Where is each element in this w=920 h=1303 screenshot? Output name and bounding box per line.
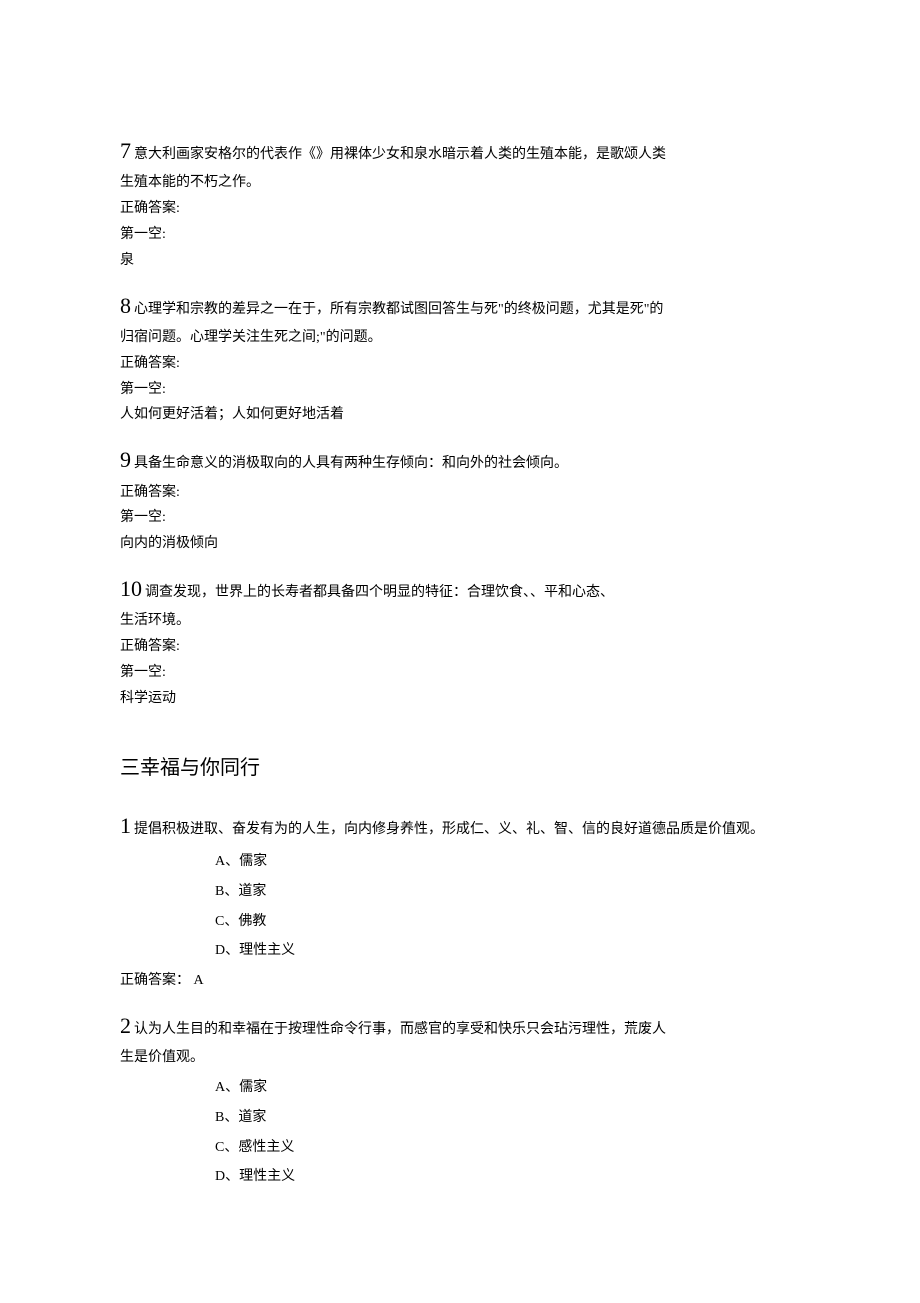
question-line: 7意大利画家安格尔的代表作《》用裸体少女和泉水暗示着人类的生殖本能，是歌颂人类 — [120, 132, 800, 169]
option-c: C、佛教 — [215, 910, 800, 934]
question-text: 具备生命意义的消极取向的人具有两种生存倾向：和向外的社会倾向。 — [134, 456, 568, 471]
option-d: D、理性主义 — [215, 939, 800, 963]
options-list: A、儒家 B、道家 C、感性主义 D、理性主义 — [215, 1076, 800, 1189]
question-text: 调查发现，世界上的长寿者都具备四个明显的特征：合理饮食、、平和心态、 — [145, 585, 614, 600]
answer-text: 人如何更好活着；人如何更好地活着 — [120, 403, 800, 427]
answer-label: 正确答案: — [120, 197, 800, 221]
question-number: 1 — [120, 813, 131, 838]
question-10: 10调查发现，世界上的长寿者都具备四个明显的特征：合理饮食、、平和心态、 生活环… — [120, 570, 800, 711]
question-9: 9具备生命意义的消极取向的人具有两种生存倾向：和向外的社会倾向。 正确答案: 第… — [120, 441, 800, 556]
blank-label: 第一空: — [120, 378, 800, 402]
question-line: 2认为人生目的和幸福在于按理性命令行事，而感官的享受和快乐只会玷污理性，荒废人 — [120, 1007, 800, 1044]
question-text: 心理学和宗教的差异之一在于，所有宗教都试图回答生与死"的终极问题，尤其是死"的 — [134, 302, 663, 317]
question-text-cont: 生是价值观。 — [120, 1046, 800, 1070]
blank-label: 第一空: — [120, 223, 800, 247]
question-text: 认为人生目的和幸福在于按理性命令行事，而感官的享受和快乐只会玷污理性，荒废人 — [134, 1022, 666, 1037]
answer-label: 正确答案: — [120, 352, 800, 376]
option-a: A、儒家 — [215, 1076, 800, 1100]
question-7: 7意大利画家安格尔的代表作《》用裸体少女和泉水暗示着人类的生殖本能，是歌颂人类 … — [120, 132, 800, 273]
blank-label: 第一空: — [120, 661, 800, 685]
option-b: B、道家 — [215, 1106, 800, 1130]
section-question-2: 2认为人生目的和幸福在于按理性命令行事，而感官的享受和快乐只会玷污理性，荒废人 … — [120, 1007, 800, 1189]
answer-text: 科学运动 — [120, 687, 800, 711]
options-list: A、儒家 B、道家 C、佛教 D、理性主义 — [215, 850, 800, 963]
question-number: 10 — [120, 576, 142, 601]
question-line: 8心理学和宗教的差异之一在于，所有宗教都试图回答生与死"的终极问题，尤其是死"的 — [120, 287, 800, 324]
question-text: 意大利画家安格尔的代表作《》用裸体少女和泉水暗示着人类的生殖本能，是歌颂人类 — [134, 147, 666, 162]
question-line: 1提倡积极进取、奋发有为的人生，向内修身养性，形成仁、义、礼、智、信的良好道德品… — [120, 807, 800, 844]
question-text: 提倡积极进取、奋发有为的人生，向内修身养性，形成仁、义、礼、智、信的良好道德品质… — [134, 822, 764, 837]
question-text-cont: 生活环境。 — [120, 609, 800, 633]
question-text-cont: 生殖本能的不朽之作。 — [120, 171, 800, 195]
option-a: A、儒家 — [215, 850, 800, 874]
option-c: C、感性主义 — [215, 1136, 800, 1160]
section-question-1: 1提倡积极进取、奋发有为的人生，向内修身养性，形成仁、义、礼、智、信的良好道德品… — [120, 807, 800, 993]
question-number: 7 — [120, 138, 131, 163]
question-number: 2 — [120, 1013, 131, 1038]
answer-label: 正确答案: — [120, 635, 800, 659]
blank-label: 第一空: — [120, 506, 800, 530]
answer-label: 正确答案: — [120, 481, 800, 505]
question-number: 9 — [120, 447, 131, 472]
answer-text: 向内的消极倾向 — [120, 532, 800, 556]
answer-text: 泉 — [120, 249, 800, 273]
question-text-cont: 归宿问题。心理学关注生死之间;"的问题。 — [120, 326, 800, 350]
document-page: 7意大利画家安格尔的代表作《》用裸体少女和泉水暗示着人类的生殖本能，是歌颂人类 … — [0, 0, 920, 1283]
section-title: 三幸福与你同行 — [120, 751, 800, 785]
question-8: 8心理学和宗教的差异之一在于，所有宗教都试图回答生与死"的终极问题，尤其是死"的… — [120, 287, 800, 428]
question-number: 8 — [120, 293, 131, 318]
question-line: 9具备生命意义的消极取向的人具有两种生存倾向：和向外的社会倾向。 — [120, 441, 800, 478]
option-d: D、理性主义 — [215, 1165, 800, 1189]
answer-text: 正确答案： A — [120, 969, 800, 993]
option-b: B、道家 — [215, 880, 800, 904]
question-line: 10调查发现，世界上的长寿者都具备四个明显的特征：合理饮食、、平和心态、 — [120, 570, 800, 607]
